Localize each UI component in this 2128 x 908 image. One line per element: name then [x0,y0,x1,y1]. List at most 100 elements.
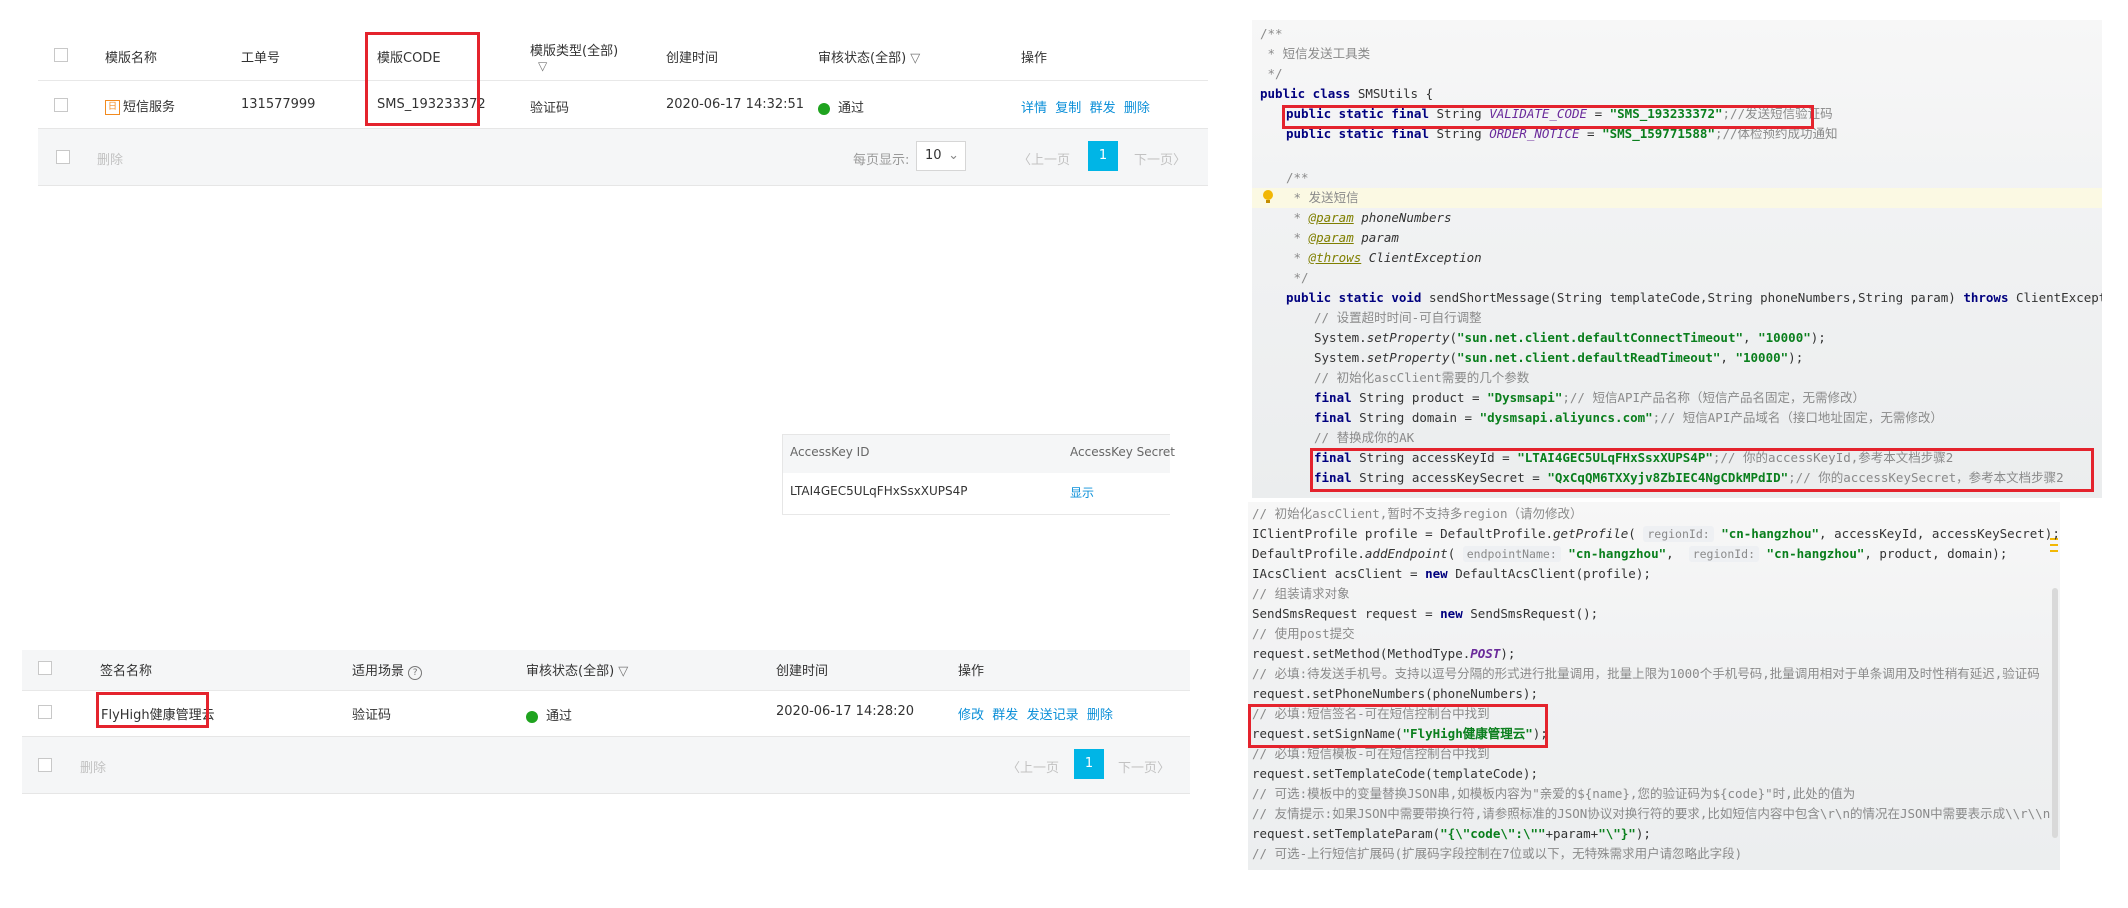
code-line: IClientProfile profile = DefaultProfile.… [1252,526,2060,542]
col-scene: 适用场景 ? [352,660,423,680]
next-label: 下一页 [1134,153,1174,168]
page-1-button[interactable]: 1 [1088,141,1118,171]
code-line: IAcsClient acsClient = new DefaultAcsCli… [1252,566,1651,581]
code-line: * @throws ClientException [1286,250,1482,265]
col-status[interactable]: 审核状态(全部) ▽ [818,47,920,66]
col-actions: 操作 [1021,51,1048,66]
lightbulb-icon[interactable] [1262,190,1274,204]
row-checkbox[interactable] [38,705,52,719]
send-log-link[interactable]: 发送记录 [1027,708,1079,723]
col-created: 创建时间 [666,51,719,66]
code-line: DefaultProfile.addEndpoint( endpointName… [1252,546,2008,562]
col-sign-status-label: 审核状态(全部) [526,664,615,679]
code-line: request.setSignName("FlyHigh健康管理云"); [1252,726,1548,741]
select-all-checkbox[interactable] [38,661,52,675]
delete-link[interactable]: 删除 [1124,101,1150,116]
code-line: // 可选:模板中的变量替换JSON串,如模板内容为"亲爱的${name},您的… [1252,786,1856,801]
footer-checkbox[interactable] [38,758,52,772]
col-template-name: 模版名称 [105,51,158,66]
sign-scene: 验证码 [352,708,392,723]
code-line: SendSmsRequest request = new SendSmsRequ… [1252,606,1599,621]
status-text: 通过 [838,101,865,116]
code-line: // 设置超时时间-可自行调整 [1314,310,1482,325]
bulk-send-link[interactable]: 群发 [1090,101,1116,116]
per-page-value: 10 [925,148,942,163]
filter-icon[interactable]: ▽ [910,51,920,66]
code-line: // 必填:待发送手机号。支持以逗号分隔的形式进行批量调用，批量上限为1000个… [1252,666,2040,681]
col-sign-actions: 操作 [958,664,985,679]
code-line: public static final String ORDER_NOTICE … [1286,126,1838,141]
copy-link[interactable]: 复制 [1055,101,1081,116]
table-footer: 删除 〈上一页 1 下一页〉 [22,736,1190,794]
bulk-delete-button[interactable]: 删除 [97,149,123,168]
code-line: // 组装请求对象 [1252,586,1350,601]
next-page-button[interactable]: 下一页〉 [1118,757,1170,776]
code-line: request.setPhoneNumbers(phoneNumbers); [1252,686,1538,701]
select-all-checkbox[interactable] [54,48,68,62]
footer-checkbox[interactable] [56,150,70,164]
row-checkbox[interactable] [54,98,68,112]
col-scene-label: 适用场景 [352,664,405,679]
next-label: 下一页 [1118,761,1158,776]
prev-page-button[interactable]: 〈上一页 [1007,757,1059,776]
code-line: request.setTemplateParam("{\"code\":\""+… [1252,826,1651,841]
code-line: System.setProperty("sun.net.client.defau… [1314,330,1826,345]
code-line: // 使用post提交 [1252,626,1355,641]
chevron-right-icon: 〉 [1173,153,1187,168]
status-badge: 通过 [818,97,864,116]
code-line: * 短信发送工具类 [1260,46,1371,61]
col-template-type-label: 模版类型(全部) [530,44,619,59]
bulk-send-link[interactable]: 群发 [992,708,1018,723]
ticket-number: 131577999 [241,97,316,112]
next-page-button[interactable]: 下一页〉 [1134,149,1186,168]
delete-link[interactable]: 删除 [1087,708,1113,723]
code-line: * @param param [1286,230,1399,245]
code-line: final String domain = "dysmsapi.aliyuncs… [1314,410,1943,425]
code-line: // 可选-上行短信扩展码(扩展码字段控制在7位或以下，无特殊需求用户请忽略此字… [1252,846,1743,861]
status-badge: 通过 [526,705,572,724]
show-secret-link[interactable]: 显示 [1070,484,1094,501]
template-code: SMS_193233372 [377,97,486,112]
code-line: public class SMSUtils { [1260,86,1434,101]
chevron-left-icon: 〈 [1018,153,1032,168]
table-footer: 删除 每页显示: 10 ⌄ 〈上一页 1 下一页〉 [38,128,1208,186]
edit-link[interactable]: 修改 [958,708,984,723]
col-template-type[interactable]: 模版类型(全部) ▽ [530,40,618,74]
code-line: /** [1260,26,1283,41]
chevron-down-icon: ⌄ [948,148,959,163]
col-sign-status[interactable]: 审核状态(全部) ▽ [526,660,628,679]
code-line: /** [1286,170,1309,185]
prev-page-button[interactable]: 〈上一页 [1018,149,1070,168]
per-page-select[interactable]: 10 ⌄ [916,141,966,171]
col-sign-name: 签名名称 [100,664,153,679]
template-type: 验证码 [530,101,570,116]
filter-icon[interactable]: ▽ [530,59,547,73]
code-line: * 发送短信 [1286,190,1359,205]
accesskey-id-value: LTAI4GEC5ULqFHxSsxXUPS4P [790,484,968,498]
code-line: final String accessKeyId = "LTAI4GEC5ULq… [1314,450,1954,465]
code-line: // 初始化ascClient需要的几个参数 [1314,370,1530,385]
code-line: * @param phoneNumbers [1286,210,1452,225]
code-line: public static void sendShortMessage(Stri… [1286,290,2102,305]
prev-label: 上一页 [1020,761,1060,776]
code-line: final String accessKeySecret = "QxCqQM6T… [1314,470,2064,485]
template-name: 日短信服务 [105,96,175,115]
page-1-button[interactable]: 1 [1074,749,1104,779]
col-template-code: 模版CODE [377,51,441,66]
row-actions: 详情 复制 群发 删除 [1021,97,1150,116]
filter-icon[interactable]: ▽ [618,664,628,679]
code-line: // 必填:短信签名-可在短信控制台中找到 [1252,706,1490,721]
chevron-right-icon: 〉 [1157,761,1171,776]
code-line: public static final String VALIDATE_CODE… [1286,106,1833,121]
bulk-delete-button[interactable]: 删除 [80,757,106,776]
help-icon[interactable]: ? [408,666,423,680]
sign-name: FlyHigh健康管理云 [101,708,215,723]
code-editor-top: /** * 短信发送工具类 */ public class SMSUtils {… [1252,20,2102,498]
per-page-label: 每页显示: [853,153,910,168]
code-line: // 必填:短信模板-可在短信控制台中找到 [1252,746,1490,761]
vertical-scrollbar[interactable] [2052,588,2058,838]
created-time: 2020-06-17 14:32:51 [666,97,805,112]
template-icon: 日 [105,100,120,115]
code-line: // 初始化ascClient,暂时不支持多region（请勿修改） [1252,506,1583,521]
detail-link[interactable]: 详情 [1021,101,1047,116]
